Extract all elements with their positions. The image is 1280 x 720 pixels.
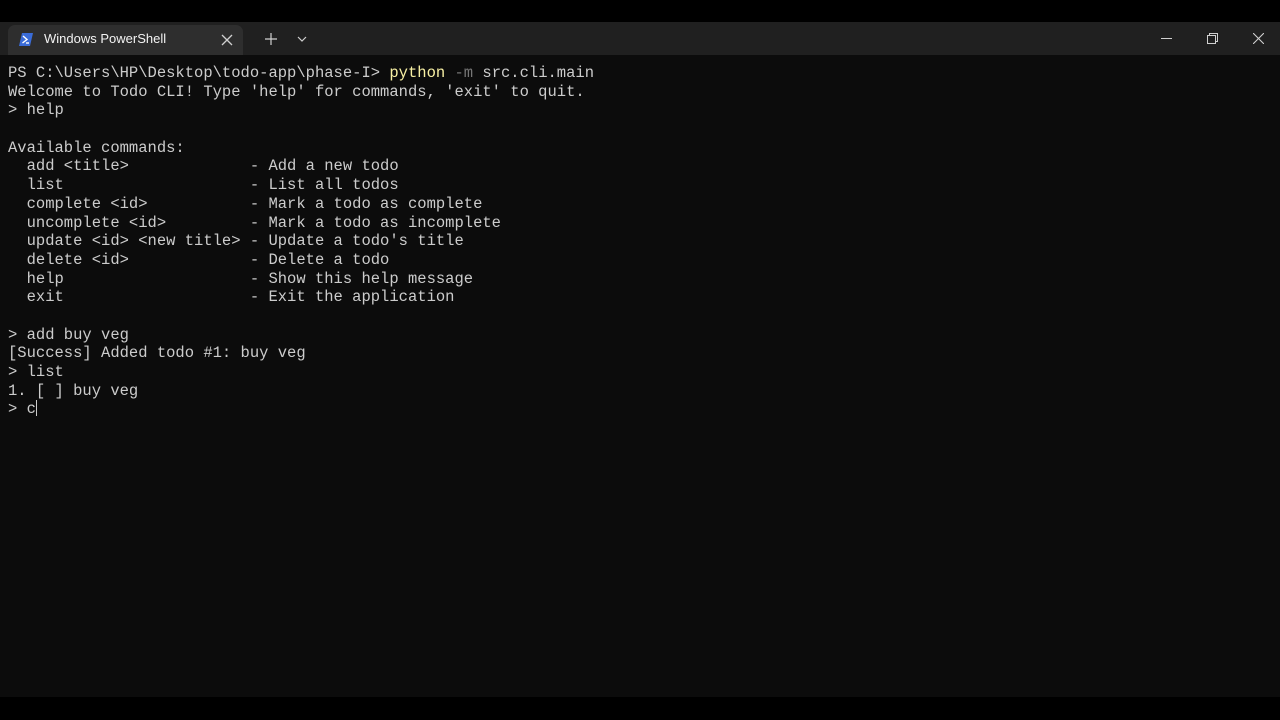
output-line: 1. [ ] buy veg bbox=[8, 381, 139, 400]
output-line: > list bbox=[8, 363, 64, 381]
command-name: python bbox=[389, 64, 446, 82]
current-input-line[interactable]: > c bbox=[8, 400, 594, 419]
close-button[interactable] bbox=[1235, 22, 1280, 55]
output-line: add <title> - Add a new todo bbox=[8, 157, 399, 176]
current-input: > c bbox=[8, 400, 36, 419]
output-line: [Success] Added todo #1: buy veg bbox=[8, 344, 306, 363]
prompt-line: PS C:\Users\HP\Desktop\todo-app\phase-I>… bbox=[8, 64, 594, 83]
output-line: Welcome to Todo CLI! Type 'help' for com… bbox=[8, 82, 585, 101]
output-line: Available commands: bbox=[8, 138, 185, 157]
tab-windows-powershell[interactable]: Windows PowerShell bbox=[8, 25, 243, 55]
output-line: list - List all todos bbox=[8, 176, 399, 195]
tab-title: Windows PowerShell bbox=[44, 31, 167, 46]
minimize-button[interactable] bbox=[1143, 22, 1189, 55]
restore-button[interactable] bbox=[1189, 22, 1235, 55]
powershell-icon bbox=[19, 33, 33, 46]
output-line: > help bbox=[8, 101, 64, 120]
command-arguments: src.cli.main bbox=[473, 64, 595, 82]
title-bar: Windows PowerShell bbox=[0, 22, 1280, 55]
command-parameter: -m bbox=[445, 64, 474, 82]
output-line: delete <id> - Delete a todo bbox=[8, 250, 390, 269]
prompt-path: PS C:\Users\HP\Desktop\todo-app\phase-I> bbox=[8, 64, 390, 82]
close-icon bbox=[1253, 33, 1264, 44]
terminal-output[interactable]: PS C:\Users\HP\Desktop\todo-app\phase-I>… bbox=[8, 64, 594, 419]
output-line: help - Show this help message bbox=[8, 269, 474, 288]
output-line: > add buy veg bbox=[8, 325, 129, 344]
terminal-window: Windows PowerShell PS C:\Users\HP\Deskto… bbox=[0, 22, 1280, 697]
text-cursor bbox=[35, 400, 37, 417]
minimize-icon bbox=[1161, 38, 1172, 39]
restore-icon bbox=[1207, 33, 1218, 44]
chevron-down-icon[interactable] bbox=[292, 29, 312, 49]
plus-icon[interactable] bbox=[261, 29, 281, 49]
close-icon[interactable] bbox=[220, 33, 234, 47]
output-line: complete <id> - Mark a todo as complete bbox=[8, 194, 483, 213]
output-line: exit - Exit the application bbox=[8, 288, 455, 307]
output-line: update <id> <new title> - Update a todo'… bbox=[8, 232, 464, 251]
output-line: uncomplete <id> - Mark a todo as incompl… bbox=[8, 213, 501, 232]
